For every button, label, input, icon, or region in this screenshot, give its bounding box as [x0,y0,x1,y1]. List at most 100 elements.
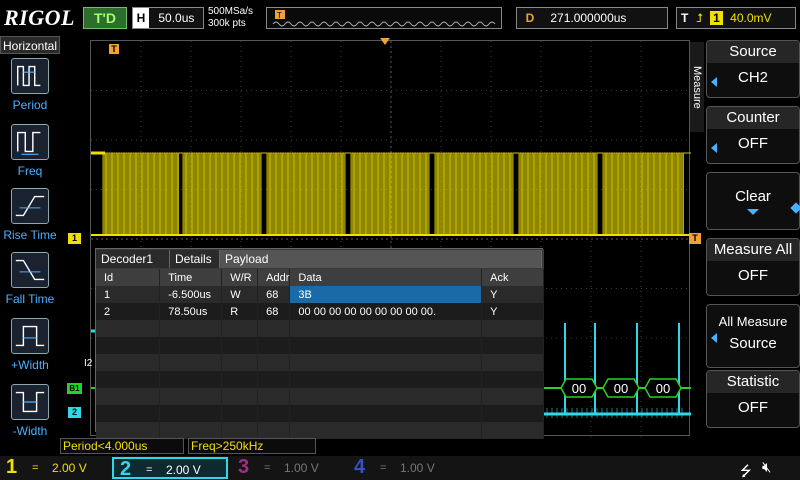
measure-neg-width-button[interactable]: -Width [0,382,60,446]
measure-period-button[interactable]: Period [0,56,60,120]
tab-details[interactable]: Details [170,250,220,268]
ch1-coupling-icon: = [32,462,39,474]
horizontal-measure-panel: Horizontal Period Freq Rise Time Fall Ti… [0,36,60,456]
timebase-readout[interactable]: H 50.0us [132,7,204,29]
col-time: Time [159,269,223,286]
cell-id: 1 [96,286,161,303]
decoder-tab-bar: Decoder1 Details Payload [96,249,544,269]
col-wr: W/R [221,269,259,286]
ch3-coupling-icon: = [264,462,271,474]
table-row[interactable]: 1 -6.500us W 68 3B Y [96,286,544,303]
left-arrow-icon [711,333,717,343]
decoder-event-table[interactable]: Decoder1 Details Payload Id Time W/R Add… [95,248,544,439]
measure-all-value: OFF [738,267,768,284]
measure-menu-panel: Measure Source CH2 Counter OFF Clear Mea… [690,36,800,456]
col-data: Data [289,269,483,286]
clear-label: Clear [735,188,771,205]
neg-width-label: -Width [12,424,48,438]
pos-width-label: +Width [11,358,49,372]
trigger-level: 40.0mV [730,11,772,25]
rise-time-label: Rise Time [3,228,57,242]
delay-readout[interactable]: D 271.000000us [516,7,668,29]
trigger-readout[interactable]: T ⮥ 1 40.0mV [676,7,796,29]
ch2-side-label: I2 [84,358,93,369]
panel-title: Horizontal [0,36,60,54]
measure-all-button[interactable]: Measure All OFF [706,238,800,296]
table-row[interactable]: 2 78.50us R 68 00 00 00 00 00 00 00 00 0… [96,303,544,320]
statistic-label: Statistic [707,371,799,393]
ch1-ground-marker[interactable]: 1 [68,233,81,244]
freq-readout[interactable]: Freq>250kHz [188,438,316,454]
table-row-empty [96,354,544,371]
fall-time-icon [11,252,49,288]
measure-fall-time-button[interactable]: Fall Time [0,250,60,314]
ch2-status[interactable]: 2 = 2.00 V [112,457,228,480]
table-row-empty [96,388,544,405]
ch1-status[interactable]: 1 = 2.00 V [0,456,112,479]
cell-wr: R [221,303,259,320]
period-icon [11,58,49,94]
clear-button[interactable]: Clear [706,172,800,230]
decoder-table: Id Time W/R Addr Data Ack 1 -6.500us W 6… [96,269,544,439]
trigger-status-badge: T'D [83,7,127,29]
period-readout[interactable]: Period<4.000us [60,438,184,454]
trigger-position-marker[interactable]: T [109,44,119,54]
measure-pos-width-button[interactable]: +Width [0,316,60,380]
timebase-value: 50.0us [158,11,195,25]
cell-data: 00 00 00 00 00 00 00 00 00. [289,303,483,320]
source-value: CH2 [737,69,768,86]
statistic-button[interactable]: Statistic OFF [706,370,800,428]
measure-freq-button[interactable]: Freq [0,122,60,186]
tab-decoder1[interactable]: Decoder1 [96,250,170,268]
ch4-status[interactable]: 4 = 1.00 V [348,456,460,479]
col-id: Id [96,269,161,286]
pos-width-icon [11,318,49,354]
neg-width-icon [11,384,49,420]
col-addr: Addr [257,269,291,286]
table-row-empty [96,320,544,337]
cell-data-selected[interactable]: 3B [289,286,483,303]
sample-rate: 500MSa/s [208,6,254,17]
trigger-key: T [681,11,689,25]
tab-payload[interactable]: Payload [220,250,542,268]
period-label: Period [12,98,48,112]
ch2-coupling-icon: = [146,464,153,476]
measure-all-label: Measure All [707,239,799,261]
memory-map-bar: T [266,7,502,29]
ch4-coupling-icon: = [380,462,387,474]
counter-button[interactable]: Counter OFF [706,106,800,164]
cell-time: -6.500us [159,286,223,303]
ch3-status[interactable]: 3 = 1.00 V [232,456,344,479]
ch3-number: 3 [238,456,250,478]
trigger-edge-icon: ⮥ [695,11,703,25]
top-status-bar: RIGOL T'D H 50.0us 500MSa/s 300k pts T D… [0,0,800,36]
timebase-key: H [133,8,149,28]
svg-text:T: T [277,11,282,20]
source-button[interactable]: Source CH2 [706,40,800,98]
cell-addr: 68 [257,303,291,320]
delay-key: D [525,11,535,25]
bus-decode-value: 00 [572,381,586,396]
ch1-waveform [91,152,691,236]
table-row-empty [96,371,544,388]
menu-title: Measure [690,42,704,132]
left-arrow-icon [711,143,717,153]
ch4-number: 4 [354,456,366,478]
table-header-row: Id Time W/R Addr Data Ack [96,269,544,286]
bus-marker[interactable]: B1 [67,383,82,394]
left-arrow-icon [711,77,717,87]
counter-value: OFF [738,135,768,152]
all-measure-source-line1: All Measure [718,314,788,329]
trigger-level-marker[interactable]: T [689,233,701,244]
all-measure-source-button[interactable]: All Measure Source [706,304,800,368]
freq-icon [11,124,49,160]
speaker-muted-icon[interactable]: 🔇︎ [762,459,771,476]
table-row-empty [96,405,544,422]
ch3-scale: 1.00 V [284,461,319,475]
fall-time-label: Fall Time [5,292,55,306]
measurement-readouts: Period<4.000us Freq>250kHz [60,438,700,454]
ch1-scale: 2.00 V [52,461,87,475]
ch2-ground-marker[interactable]: 2 [68,407,81,418]
measure-rise-time-button[interactable]: Rise Time [0,186,60,250]
rise-time-icon [11,188,49,224]
